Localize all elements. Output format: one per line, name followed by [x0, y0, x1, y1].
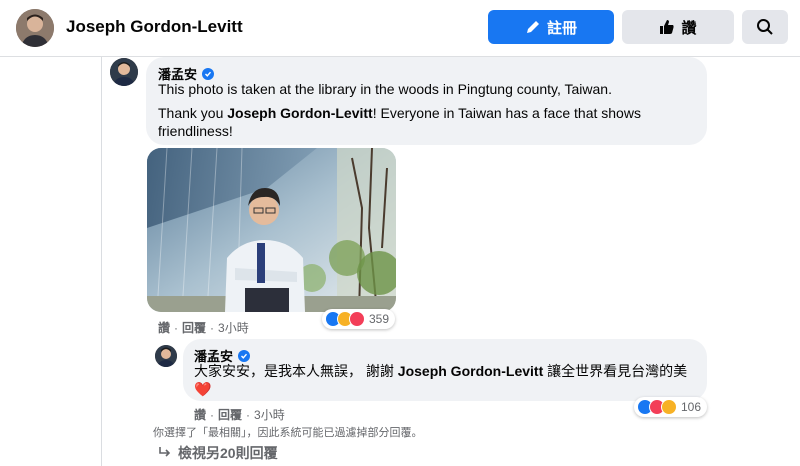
pencil-icon — [525, 19, 541, 35]
search-icon — [756, 18, 774, 36]
view-more-replies-link[interactable]: 檢視另20則回覆 — [158, 443, 278, 463]
dot-separator: · — [210, 320, 215, 335]
reply-reaction-count: 106 — [681, 400, 702, 414]
reply-actions: 讚 · 回覆 · 3小時 — [194, 406, 285, 423]
reply-reply-link[interactable]: 回覆 — [218, 406, 242, 423]
haha-reaction-icon — [661, 399, 677, 415]
reply-text: 大家安安，是我本人無誤， 謝謝 Joseph Gordon-Levitt 讓全世… — [194, 363, 688, 379]
reply-reactions[interactable]: 106 — [634, 397, 708, 417]
mention-link[interactable]: Joseph Gordon-Levitt — [227, 105, 372, 121]
comment-reply-link[interactable]: 回覆 — [182, 319, 206, 336]
comment-photo[interactable] — [147, 148, 396, 312]
page-title[interactable]: Joseph Gordon-Levitt — [66, 17, 243, 37]
comment-paragraph-2: Thank you Joseph Gordon-Levitt! Everyone… — [158, 105, 641, 139]
comment-timestamp[interactable]: 3小時 — [218, 319, 249, 336]
filter-notice: 你選擇了「最相關」，因此系統可能已過濾掉部分回覆。 — [153, 427, 423, 439]
commenter-avatar[interactable] — [110, 58, 138, 86]
dot-separator: · — [246, 407, 251, 422]
verified-badge-icon — [238, 349, 251, 362]
comment-paragraph-1: This photo is taken at the library in th… — [158, 81, 612, 97]
verified-badge-icon — [202, 67, 215, 80]
top-bar: Joseph Gordon-Levitt 註冊 讚 — [0, 0, 800, 57]
reply-arrow-icon — [158, 445, 172, 462]
divider — [101, 57, 102, 466]
love-reaction-icon — [349, 311, 365, 327]
heart-emoji-icon: ❤️ — [194, 381, 212, 397]
comment-actions: 讚 · 回覆 · 3小時 — [158, 319, 249, 336]
search-button[interactable] — [742, 10, 788, 44]
reply-bubble: 潘孟安 大家安安，是我本人無誤， 謝謝 Joseph Gordon-Levitt… — [183, 339, 707, 401]
comment-reactions[interactable]: 359 — [322, 309, 396, 329]
mention-link[interactable]: Joseph Gordon-Levitt — [398, 363, 543, 379]
dot-separator: · — [210, 407, 215, 422]
comment-reaction-count: 359 — [369, 312, 390, 326]
page-avatar[interactable] — [16, 9, 54, 47]
like-page-label: 讚 — [681, 19, 697, 37]
signup-button[interactable]: 註冊 — [488, 10, 614, 44]
comment-like-link[interactable]: 讚 — [158, 319, 170, 336]
like-page-button[interactable]: 讚 — [622, 10, 734, 44]
signup-label: 註冊 — [546, 19, 577, 37]
reply-like-link[interactable]: 讚 — [194, 406, 206, 423]
dot-separator: · — [174, 320, 179, 335]
view-more-replies-label: 檢視另20則回覆 — [178, 445, 278, 461]
reply-timestamp[interactable]: 3小時 — [254, 406, 285, 423]
comment-thread: 潘孟安 This photo is taken at the library i… — [0, 57, 800, 466]
thumbs-up-icon — [659, 19, 675, 35]
comment-bubble: 潘孟安 This photo is taken at the library i… — [146, 57, 707, 145]
replier-avatar[interactable] — [155, 345, 177, 367]
